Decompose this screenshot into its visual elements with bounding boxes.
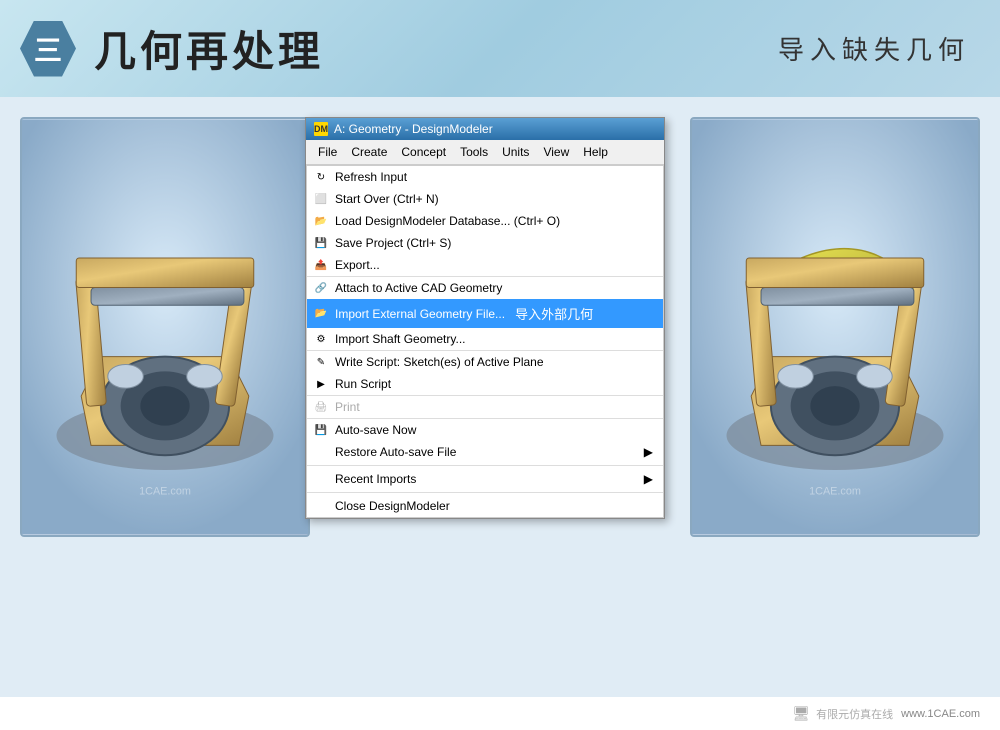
menu-item-load-db[interactable]: 📂 Load DesignModeler Database... (Ctrl+ … — [307, 210, 663, 232]
close-dm-icon — [313, 498, 329, 514]
menu-item-save-project[interactable]: 💾 Save Project (Ctrl+ S) — [307, 232, 663, 254]
menubar: File Create Concept Tools Units View Hel… — [306, 140, 664, 165]
watermark-text2: www.1CAE.com — [901, 708, 980, 720]
import-shaft-icon: ⚙ — [313, 331, 329, 347]
attach-icon: 🔗 — [313, 280, 329, 296]
close-dm-label: Close DesignModeler — [335, 499, 450, 513]
step-badge: 三 — [20, 21, 76, 77]
menu-item-restore-auto-save[interactable]: Restore Auto-save File ▶ — [307, 441, 663, 463]
menu-item-auto-save[interactable]: 💾 Auto-save Now — [307, 419, 663, 441]
cad-image-left: 1CAE.com — [20, 117, 310, 537]
svg-text:1CAE.com: 1CAE.com — [139, 486, 191, 498]
menu-tools[interactable]: Tools — [454, 143, 494, 161]
titlebar-icon: DM — [314, 122, 328, 136]
restore-auto-save-label: Restore Auto-save File — [335, 445, 456, 459]
menu-file[interactable]: File — [312, 143, 343, 161]
auto-save-icon: 💾 — [313, 422, 329, 438]
watermark-icon: 🖥 — [792, 705, 810, 722]
content-area: 1CAE.com DM A: Geometry - DesignModeler … — [0, 97, 1000, 697]
export-icon: 📤 — [313, 257, 329, 273]
menu-item-attach-cad[interactable]: 🔗 Attach to Active CAD Geometry — [307, 277, 663, 299]
run-script-label: Run Script — [335, 377, 391, 391]
menu-item-close-dm[interactable]: Close DesignModeler — [307, 495, 663, 517]
menu-view[interactable]: View — [537, 143, 575, 161]
menu-item-print: 🖨 Print — [307, 396, 663, 419]
export-label: Export... — [335, 258, 380, 272]
refresh-input-label: Refresh Input — [335, 170, 407, 184]
step-number: 三 — [34, 29, 62, 69]
write-script-icon: ✎ — [313, 354, 329, 370]
load-db-icon: 📂 — [313, 213, 329, 229]
watermark-text1: 有限元仿真在线 — [816, 706, 893, 722]
save-icon: 💾 — [313, 235, 329, 251]
menu-window: DM A: Geometry - DesignModeler File Crea… — [305, 117, 665, 519]
menu-create[interactable]: Create — [345, 143, 393, 161]
dropdown-menu: ↻ Refresh Input ⬜ Start Over (Ctrl+ N) 📂… — [306, 165, 664, 518]
recent-imports-label: Recent Imports — [335, 472, 416, 486]
menu-item-write-script[interactable]: ✎ Write Script: Sketch(es) of Active Pla… — [307, 351, 663, 373]
auto-save-label: Auto-save Now — [335, 423, 416, 437]
run-script-icon: ▶ — [313, 376, 329, 392]
menu-item-import-shaft[interactable]: ⚙ Import Shaft Geometry... — [307, 328, 663, 351]
header-title: 几何再处理 — [94, 18, 324, 79]
svg-text:1CAE.com: 1CAE.com — [809, 486, 861, 498]
refresh-icon: ↻ — [313, 169, 329, 185]
menu-item-refresh-input[interactable]: ↻ Refresh Input — [307, 166, 663, 188]
watermark: 🖥 有限元仿真在线 — [792, 705, 893, 722]
import-external-label: Import External Geometry File... — [335, 307, 505, 321]
recent-icon — [313, 471, 329, 487]
import-external-icon: 📂 — [313, 306, 329, 322]
write-script-label: Write Script: Sketch(es) of Active Plane — [335, 355, 544, 369]
cad-image-right: 1CAE.com — [690, 117, 980, 537]
menu-item-import-external[interactable]: 📂 Import External Geometry File... 导入外部几… — [307, 299, 663, 328]
menu-units[interactable]: Units — [496, 143, 535, 161]
header-subtitle: 导入缺失几何 — [778, 30, 970, 67]
attach-cad-label: Attach to Active CAD Geometry — [335, 281, 502, 295]
main-container: 三 几何再处理 导入缺失几何 — [0, 0, 1000, 730]
print-icon: 🖨 — [313, 399, 329, 415]
import-overlay-label: 导入外部几何 — [509, 303, 599, 324]
header: 三 几何再处理 导入缺失几何 — [0, 0, 1000, 97]
menu-item-start-over[interactable]: ⬜ Start Over (Ctrl+ N) — [307, 188, 663, 210]
menu-concept[interactable]: Concept — [395, 143, 452, 161]
print-label: Print — [335, 400, 360, 414]
import-shaft-label: Import Shaft Geometry... — [335, 332, 466, 346]
separator-1 — [307, 465, 663, 466]
menu-item-run-script[interactable]: ▶ Run Script — [307, 373, 663, 396]
separator-2 — [307, 492, 663, 493]
start-over-icon: ⬜ — [313, 191, 329, 207]
save-project-label: Save Project (Ctrl+ S) — [335, 236, 451, 250]
menu-item-export[interactable]: 📤 Export... — [307, 254, 663, 277]
restore-icon — [313, 444, 329, 460]
header-left: 三 几何再处理 — [20, 18, 324, 79]
menu-titlebar: DM A: Geometry - DesignModeler — [306, 118, 664, 140]
titlebar-title: A: Geometry - DesignModeler — [334, 122, 493, 136]
restore-arrow: ▶ — [624, 445, 653, 459]
load-db-label: Load DesignModeler Database... (Ctrl+ O) — [335, 214, 560, 228]
start-over-label: Start Over (Ctrl+ N) — [335, 192, 439, 206]
recent-imports-arrow: ▶ — [624, 472, 653, 486]
menu-help[interactable]: Help — [577, 143, 614, 161]
menu-item-recent-imports[interactable]: Recent Imports ▶ — [307, 468, 663, 490]
footer: 🖥 有限元仿真在线 www.1CAE.com — [0, 697, 1000, 730]
